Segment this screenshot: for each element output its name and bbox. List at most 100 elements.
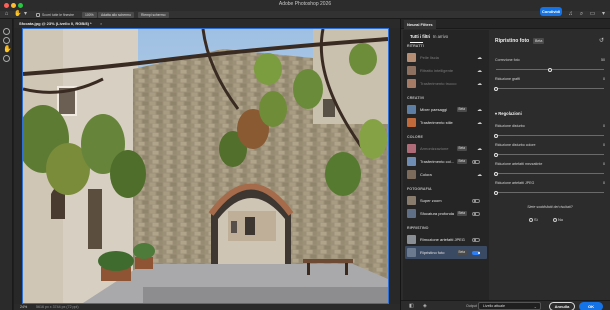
cloud-download-icon[interactable]: ☁ <box>477 68 482 74</box>
slider-noise-reduction[interactable] <box>494 133 604 138</box>
filter-toggle[interactable] <box>472 159 480 164</box>
zoom-level[interactable]: 24% <box>20 305 27 309</box>
active-tab-indicator <box>410 42 423 43</box>
neural-filters-tab[interactable]: Neural Filters <box>404 20 436 29</box>
cloud-download-icon[interactable]: ☁ <box>477 107 482 113</box>
slider-scratch-reduction-value[interactable]: 0 <box>591 77 605 81</box>
toggle-knob <box>473 160 477 164</box>
slider-knob[interactable] <box>494 152 498 157</box>
filter-item[interactable]: Armonizzazione Beta ☁ <box>405 142 487 155</box>
beta-badge: Beta <box>457 145 467 151</box>
app-title: Adobe Photoshop 2026 <box>278 1 332 7</box>
close-icon[interactable]: × <box>100 21 102 26</box>
scroll-all-windows-checkbox[interactable] <box>36 13 40 17</box>
reset-icon[interactable]: ↺ <box>599 38 604 44</box>
filter-name: Trasferimento stile <box>420 120 453 125</box>
chevron-down-icon[interactable]: ▾ <box>600 11 607 18</box>
slider-jpeg[interactable] <box>494 190 604 195</box>
slider-halftone-value[interactable]: 0 <box>591 162 605 166</box>
slider-scratch-reduction[interactable] <box>494 86 604 91</box>
feedback-no-radio[interactable]: No <box>553 217 563 222</box>
filter-item[interactable]: Sfocatura profonda Beta <box>405 207 487 220</box>
filter-toggle[interactable] <box>472 198 480 203</box>
cancel-button[interactable]: Annulla <box>549 301 575 310</box>
cloud-download-icon[interactable]: ☁ <box>477 172 482 178</box>
beta-badge: Beta <box>457 158 467 164</box>
fill-screen-button[interactable]: Riempi schermo <box>138 12 169 18</box>
share-button[interactable]: Condividi <box>540 7 562 16</box>
zoom-in-tool-icon[interactable] <box>3 28 10 35</box>
document-canvas[interactable] <box>22 28 389 304</box>
filter-tabs: Tutti i filtri In arrivo <box>405 34 487 43</box>
filter-item[interactable]: Trasferimento col... Beta <box>405 155 487 168</box>
fit-screen-button[interactable]: Adatta allo schermo <box>98 12 134 18</box>
zoom-tool-icon[interactable] <box>3 55 10 62</box>
slider-color-noise-value[interactable]: 0 <box>591 143 605 147</box>
filter-toggle[interactable] <box>472 250 481 255</box>
output-select[interactable]: Livello attuale ⌄ <box>478 302 541 310</box>
filter-thumbnail <box>407 53 416 62</box>
chevron-down-icon[interactable]: ▾ <box>22 11 29 18</box>
zoom-100-button[interactable]: 100% <box>82 12 97 18</box>
filter-list: Tutti i filtri In arrivo RITRATTI CREATI… <box>403 30 489 300</box>
home-icon[interactable]: ⌂ <box>3 11 10 18</box>
slider-photo-correction-label: Correzione foto <box>495 58 520 62</box>
filter-settings: Ripristino foto Beta ↺ Correzione foto 5… <box>491 30 609 300</box>
slider-color-noise[interactable] <box>494 152 604 157</box>
hand-tool-icon[interactable]: ✋ <box>3 46 12 53</box>
slider-noise-reduction-value[interactable]: 0 <box>591 124 605 128</box>
toggle-knob <box>477 251 481 255</box>
slider-knob[interactable] <box>494 171 498 176</box>
search-icon[interactable]: ⌕ <box>578 11 585 18</box>
radio-icon <box>529 217 533 222</box>
slider-jpeg-value[interactable]: 0 <box>591 181 605 185</box>
slider-photo-correction[interactable] <box>496 67 604 72</box>
ok-button[interactable]: OK <box>579 301 603 310</box>
cloud-download-icon[interactable]: ☁ <box>477 81 482 87</box>
filter-item[interactable]: Pelle liscia ☁ <box>405 51 487 64</box>
filter-name: Colora <box>420 172 432 177</box>
feedback-no-label: No <box>558 217 564 222</box>
slider-knob[interactable] <box>494 190 498 195</box>
layers-icon[interactable]: ◈ <box>423 303 427 309</box>
tab-coming-soon[interactable]: In arrivo <box>433 34 448 39</box>
filter-toggle[interactable] <box>472 211 480 216</box>
slider-knob[interactable] <box>494 133 498 138</box>
zoom-out-tool-icon[interactable] <box>3 37 10 44</box>
cloud-download-icon[interactable]: ☁ <box>477 120 482 126</box>
slider-noise-reduction-label: Riduzione disturbo <box>495 124 525 128</box>
filter-item[interactable]: Trasferimento trucco ☁ <box>405 77 487 90</box>
adjustments-section-toggle[interactable]: ▾ Regolazioni <box>495 111 522 116</box>
filter-name: Rimozione artefatti JPEG <box>420 237 465 242</box>
slider-knob[interactable] <box>548 67 552 72</box>
filter-item[interactable]: Trasferimento stile ☁ <box>405 116 487 129</box>
radio-icon <box>553 217 557 222</box>
slider-photo-correction-value[interactable]: 50 <box>591 58 605 62</box>
document-tab[interactable]: Sfocata.jpg @ 23% (Livello 0, RGB/8) * × <box>14 19 400 28</box>
slider-halftone[interactable] <box>494 171 604 176</box>
cloud-download-icon[interactable]: ☁ <box>477 55 482 61</box>
filter-item[interactable]: Rimozione artefatti JPEG <box>405 233 487 246</box>
filter-item[interactable]: Super zoom <box>405 194 487 207</box>
filter-item[interactable]: Ritratto intelligente ☁ <box>405 64 487 77</box>
filter-name: Armonizzazione <box>420 146 449 151</box>
slider-knob[interactable] <box>494 86 498 91</box>
workspace-icon[interactable]: ▭ <box>589 11 596 18</box>
filter-name: Ripristino foto <box>420 250 445 255</box>
filter-item[interactable]: Colora ☁ <box>405 168 487 181</box>
cloud-download-icon[interactable]: ☁ <box>477 146 482 152</box>
slider-color-noise-label: Riduzione disturbo colore <box>495 143 536 147</box>
feedback-yes-radio[interactable]: Sì <box>529 217 538 222</box>
filter-thumbnail <box>407 79 416 88</box>
category-restoration: RIPRISTINO <box>407 226 429 230</box>
notifications-icon[interactable]: ♫ <box>567 11 574 18</box>
title-bar: Adobe Photoshop 2026 <box>0 0 610 11</box>
filter-item[interactable]: Ripristino foto Beta <box>405 246 487 259</box>
filter-item[interactable]: Mixer paesaggi Beta ☁ <box>405 103 487 116</box>
settings-title: Ripristino foto <box>495 38 530 44</box>
split-view-icon[interactable]: ◧ <box>409 303 414 309</box>
tab-all-filters[interactable]: Tutti i filtri <box>410 34 430 39</box>
beta-badge: Beta <box>457 249 467 255</box>
filter-toggle[interactable] <box>472 237 480 242</box>
filter-thumbnail <box>407 248 416 257</box>
